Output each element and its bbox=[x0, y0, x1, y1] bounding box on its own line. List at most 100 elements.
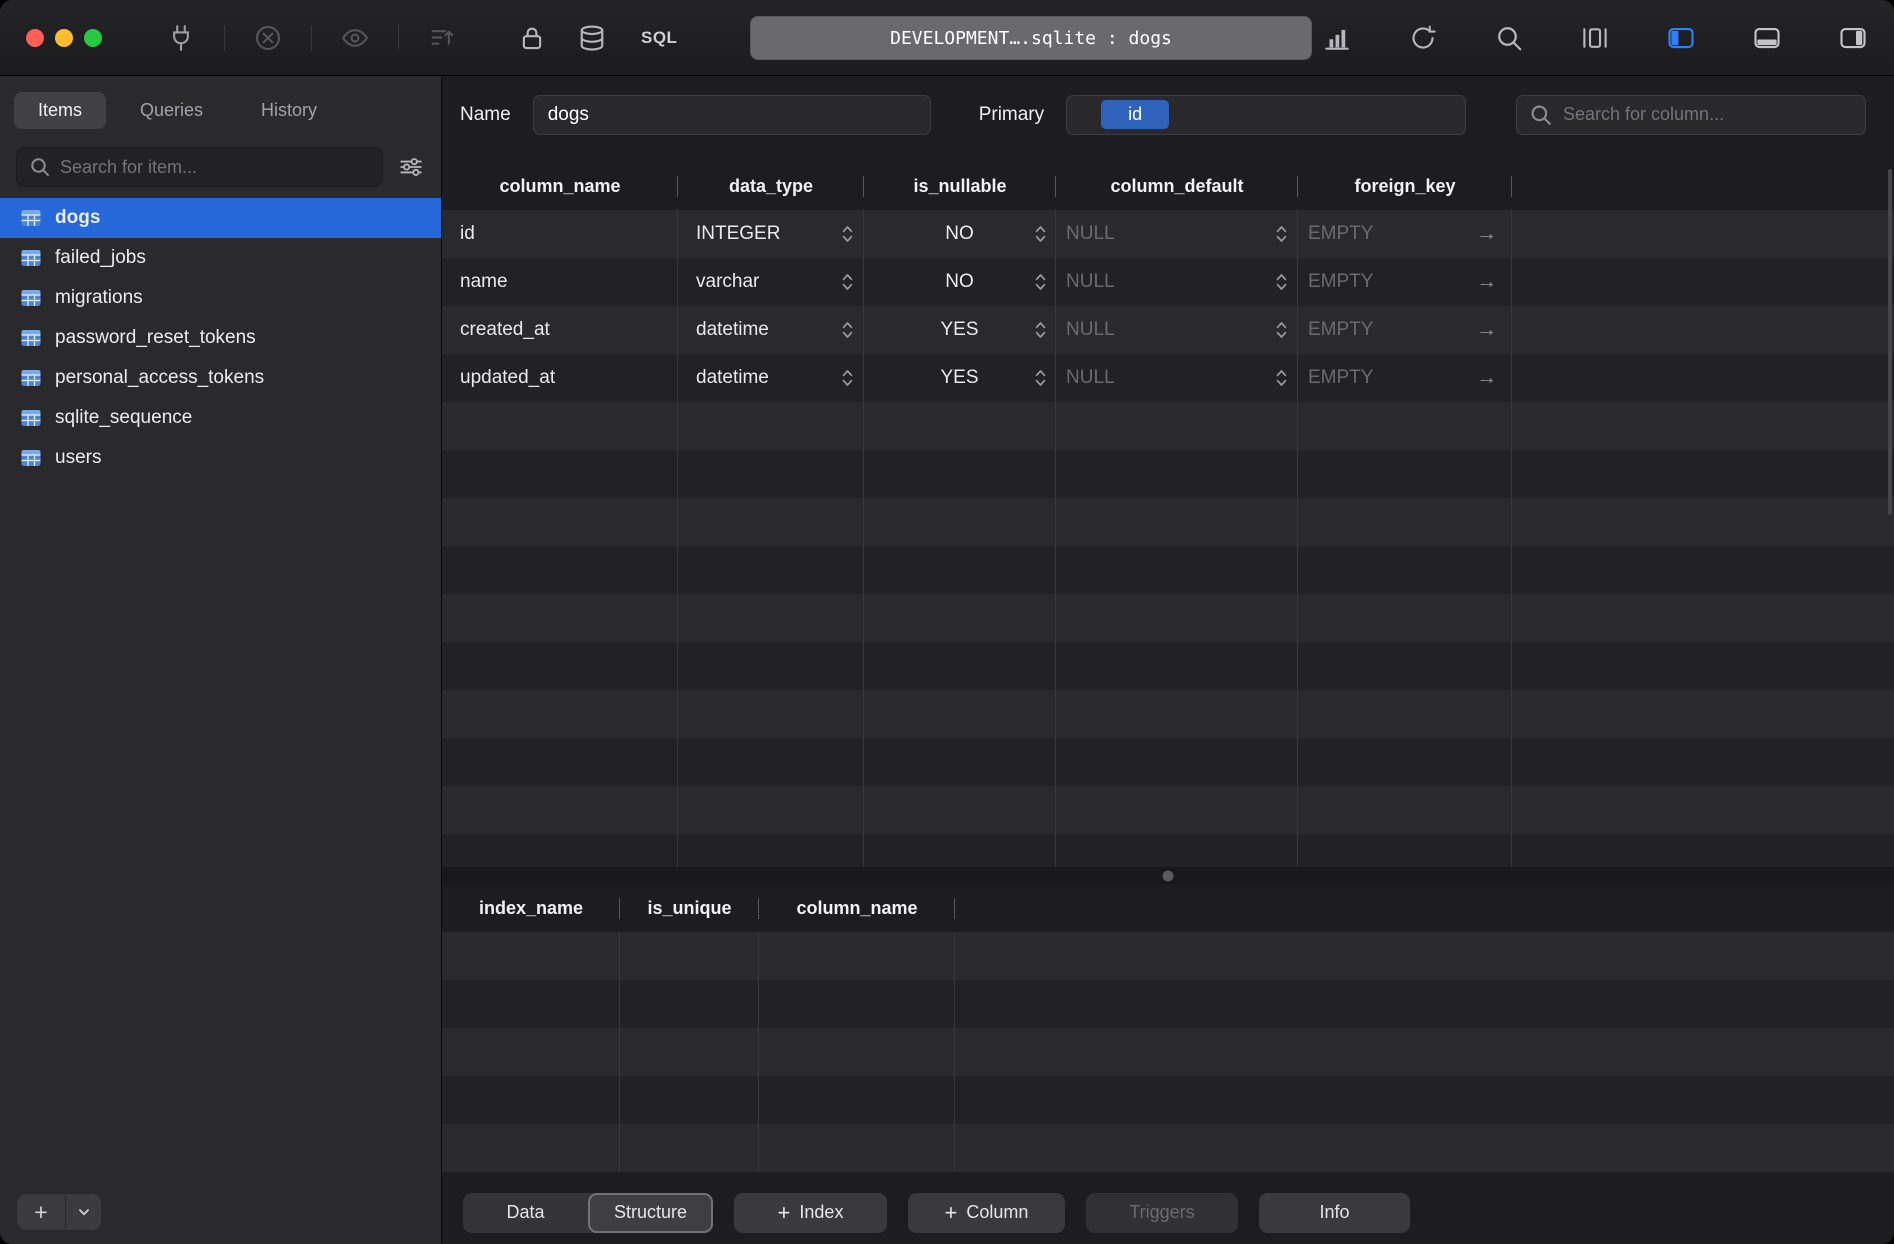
stepper-icon[interactable] bbox=[1034, 318, 1047, 342]
stepper-icon[interactable] bbox=[1034, 222, 1047, 246]
cell-column-name[interactable]: updated_at bbox=[442, 354, 678, 402]
filter-sliders-icon[interactable] bbox=[397, 153, 425, 181]
table-item-users[interactable]: users bbox=[0, 438, 441, 478]
stepper-icon[interactable] bbox=[841, 366, 854, 390]
foreign-key-arrow-icon[interactable]: → bbox=[1476, 270, 1497, 294]
close-window-button[interactable] bbox=[26, 29, 44, 47]
primary-key-chip[interactable]: id bbox=[1101, 100, 1169, 129]
cell-is-nullable[interactable]: NO bbox=[864, 210, 1056, 258]
stepper-icon[interactable] bbox=[841, 270, 854, 294]
cell-column-default[interactable]: NULL bbox=[1056, 306, 1298, 354]
connection-plug-icon[interactable] bbox=[164, 21, 198, 55]
cell-is-nullable[interactable]: YES bbox=[864, 306, 1056, 354]
item-search-input[interactable] bbox=[60, 157, 370, 178]
cell-foreign-key[interactable]: EMPTY → bbox=[1298, 258, 1512, 306]
minimize-window-button[interactable] bbox=[55, 29, 73, 47]
zoom-window-button[interactable] bbox=[84, 29, 102, 47]
empty-cell bbox=[442, 450, 678, 498]
empty-cell bbox=[1056, 450, 1298, 498]
cell-is-nullable[interactable]: YES bbox=[864, 354, 1056, 402]
table-item-personal-access-tokens[interactable]: personal_access_tokens bbox=[0, 358, 441, 398]
structure-empty-row bbox=[442, 786, 1894, 834]
table-item-sqlite-sequence[interactable]: sqlite_sequence bbox=[0, 398, 441, 438]
preview-eye-icon bbox=[338, 21, 372, 55]
empty-cell bbox=[678, 738, 864, 786]
stepper-icon[interactable] bbox=[1034, 366, 1047, 390]
empty-cell bbox=[1512, 498, 1894, 546]
cell-column-default[interactable]: NULL bbox=[1056, 210, 1298, 258]
table-item-migrations[interactable]: migrations bbox=[0, 278, 441, 318]
splitter-handle-icon[interactable] bbox=[1163, 871, 1174, 882]
vertical-scrollbar[interactable] bbox=[1888, 169, 1892, 515]
add-column-button[interactable]: + Column bbox=[908, 1193, 1065, 1233]
toggle-bottom-panel-icon[interactable] bbox=[1750, 21, 1784, 55]
empty-cell bbox=[1056, 498, 1298, 546]
search-icon[interactable] bbox=[1492, 21, 1526, 55]
structure-table: column_name data_type is_nullable column… bbox=[442, 163, 1894, 867]
database-icon[interactable] bbox=[575, 21, 609, 55]
cell-column-default[interactable]: NULL bbox=[1056, 354, 1298, 402]
info-button[interactable]: Info bbox=[1259, 1193, 1410, 1233]
sql-button[interactable]: SQL bbox=[641, 21, 677, 55]
cell-data-type[interactable]: datetime bbox=[678, 354, 864, 402]
columns-view-icon[interactable] bbox=[1578, 21, 1612, 55]
tab-queries[interactable]: Queries bbox=[116, 92, 227, 129]
stepper-icon[interactable] bbox=[1275, 318, 1288, 342]
empty-cell bbox=[1056, 642, 1298, 690]
refresh-icon[interactable] bbox=[1406, 21, 1440, 55]
index-empty-row bbox=[442, 1028, 1894, 1076]
structure-tab-button[interactable]: Structure bbox=[588, 1193, 713, 1233]
stepper-icon[interactable] bbox=[1275, 366, 1288, 390]
stepper-icon[interactable] bbox=[1034, 270, 1047, 294]
empty-cell bbox=[442, 980, 620, 1028]
foreign-key-arrow-icon[interactable]: → bbox=[1476, 318, 1497, 342]
tab-history[interactable]: History bbox=[237, 92, 341, 129]
window-title[interactable]: DEVELOPMENT….sqlite : dogs bbox=[750, 16, 1312, 60]
column-search-field[interactable] bbox=[1516, 95, 1866, 135]
cell-column-name[interactable]: created_at bbox=[442, 306, 678, 354]
foreign-key-arrow-icon[interactable]: → bbox=[1476, 222, 1497, 246]
cell-is-nullable[interactable]: NO bbox=[864, 258, 1056, 306]
cell-column-default[interactable]: NULL bbox=[1056, 258, 1298, 306]
toggle-right-panel-icon[interactable] bbox=[1836, 21, 1870, 55]
panel-splitter[interactable] bbox=[442, 867, 1894, 885]
toggle-left-sidebar-icon[interactable] bbox=[1664, 21, 1698, 55]
empty-cell bbox=[1512, 258, 1894, 306]
table-item-dogs[interactable]: dogs bbox=[0, 198, 441, 238]
table-item-label: users bbox=[55, 447, 101, 469]
lock-icon[interactable] bbox=[515, 21, 549, 55]
stepper-icon[interactable] bbox=[1275, 270, 1288, 294]
table-item-failed-jobs[interactable]: failed_jobs bbox=[0, 238, 441, 278]
chart-icon[interactable] bbox=[1320, 21, 1354, 55]
empty-cell bbox=[442, 642, 678, 690]
item-search-field[interactable] bbox=[16, 147, 383, 187]
tab-items[interactable]: Items bbox=[14, 92, 106, 129]
name-label: Name bbox=[460, 104, 511, 126]
add-item-button[interactable]: + bbox=[17, 1194, 65, 1230]
table-icon bbox=[20, 247, 42, 269]
cell-foreign-key[interactable]: EMPTY → bbox=[1298, 210, 1512, 258]
cell-foreign-key[interactable]: EMPTY → bbox=[1298, 354, 1512, 402]
add-index-button[interactable]: + Index bbox=[734, 1193, 887, 1233]
empty-cell bbox=[442, 402, 678, 450]
stepper-icon[interactable] bbox=[841, 318, 854, 342]
primary-key-field[interactable]: id bbox=[1066, 95, 1466, 135]
cell-column-name[interactable]: name bbox=[442, 258, 678, 306]
empty-cell bbox=[620, 932, 759, 980]
stepper-icon[interactable] bbox=[1275, 222, 1288, 246]
empty-cell bbox=[1512, 450, 1894, 498]
data-tab-button[interactable]: Data bbox=[463, 1193, 588, 1233]
add-item-menu-button[interactable] bbox=[65, 1194, 101, 1230]
cell-data-type[interactable]: varchar bbox=[678, 258, 864, 306]
foreign-key-arrow-icon[interactable]: → bbox=[1476, 366, 1497, 390]
column-search-input[interactable] bbox=[1563, 104, 1853, 125]
table-name-input[interactable] bbox=[533, 95, 931, 135]
table-item-password-reset-tokens[interactable]: password_reset_tokens bbox=[0, 318, 441, 358]
is-nullable-value: YES bbox=[940, 319, 978, 341]
cell-data-type[interactable]: INTEGER bbox=[678, 210, 864, 258]
cell-data-type[interactable]: datetime bbox=[678, 306, 864, 354]
cell-foreign-key[interactable]: EMPTY → bbox=[1298, 306, 1512, 354]
stepper-icon[interactable] bbox=[841, 222, 854, 246]
empty-cell bbox=[442, 738, 678, 786]
cell-column-name[interactable]: id bbox=[442, 210, 678, 258]
